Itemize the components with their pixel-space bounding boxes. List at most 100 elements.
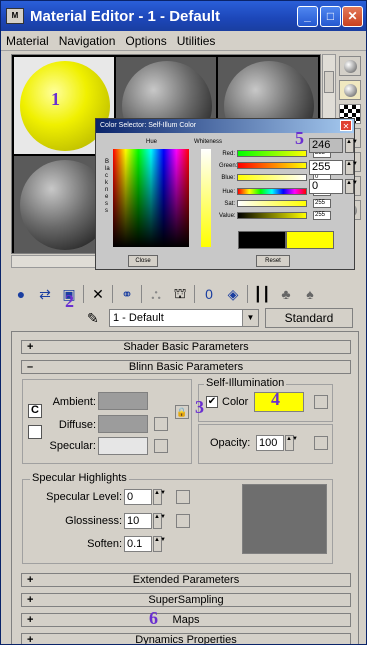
specular-level-field[interactable]: 0 <box>124 489 152 505</box>
blue-spinner[interactable]: ▲▼ <box>345 179 358 194</box>
toolbar-separator <box>83 285 84 303</box>
material-name-field[interactable]: 1 - Default ▼ <box>109 309 259 327</box>
rollout-label: Dynamics Properties <box>135 634 237 645</box>
self-illumination-title: Self-Illumination <box>204 377 287 389</box>
hue-blackness-spectrum[interactable] <box>113 149 189 247</box>
material-type-button[interactable]: Standard <box>265 308 353 328</box>
lock-icon[interactable]: 🔒 <box>175 405 189 419</box>
put-to-scene-icon[interactable]: ⇄ <box>35 284 55 304</box>
glossiness-field[interactable]: 10 <box>124 513 152 529</box>
ambient-color-swatch[interactable] <box>98 392 148 410</box>
hue-slider[interactable] <box>237 188 307 195</box>
old-color-swatch <box>238 231 286 249</box>
green-big-field[interactable]: 255 <box>309 160 343 175</box>
glossiness-label: Glossiness: <box>65 515 122 527</box>
menu-options[interactable]: Options <box>120 34 171 48</box>
glossiness-spinner[interactable]: ▲▼ <box>153 513 166 529</box>
put-to-library-icon[interactable]: ⛬ <box>146 284 166 304</box>
diffuse-color-swatch[interactable] <box>98 415 148 433</box>
opacity-spinner[interactable]: ▲▼ <box>285 435 298 451</box>
close-dialog-button[interactable]: Close <box>128 255 158 267</box>
show-end-result-icon[interactable]: ┃┃ <box>252 284 272 304</box>
get-material-icon[interactable]: ● <box>11 284 31 304</box>
color-selector-title[interactable]: Color Selector: Self-Illum Color ✕ <box>96 119 354 133</box>
reset-button[interactable]: Reset <box>256 255 290 267</box>
hue-value-label: Hue: <box>222 188 235 195</box>
show-map-icon[interactable]: ◈ <box>223 284 243 304</box>
annotation-marker-1: 1 <box>51 89 60 109</box>
whiteness-bar[interactable] <box>201 149 211 247</box>
specular-level-label: Specular Level: <box>46 491 122 503</box>
specular-label: Specular: <box>49 440 96 452</box>
value-row: Value: 255 <box>219 211 331 220</box>
blue-label: Blue: <box>221 174 235 181</box>
specular-color-swatch[interactable] <box>98 437 148 455</box>
color-selector-title-text: Color Selector: Self-Illum Color <box>100 122 197 129</box>
menu-navigation[interactable]: Navigation <box>54 34 121 48</box>
green-label: Green: <box>219 162 238 169</box>
maximize-button[interactable]: □ <box>320 6 341 27</box>
blue-slider[interactable] <box>237 174 307 181</box>
title-bar[interactable]: M Material Editor - 1 - Default _ □ ✕ <box>1 1 366 31</box>
menu-bar: Material Navigation Options Utilities <box>1 31 366 51</box>
soften-field[interactable]: 0.1 <box>124 536 152 552</box>
self-illum-color-label: Color <box>222 396 249 408</box>
material-effects-icon[interactable]: ⛫ <box>170 284 190 304</box>
red-spinner[interactable]: ▲▼ <box>345 138 358 153</box>
sat-value[interactable]: 255 <box>313 199 331 208</box>
close-button[interactable]: ✕ <box>342 6 363 27</box>
close-icon[interactable]: ✕ <box>340 120 352 131</box>
diffuse-map-button[interactable] <box>154 417 168 431</box>
opacity-field[interactable]: 100 <box>256 435 284 451</box>
specular-level-spinner[interactable]: ▲▼ <box>153 489 166 505</box>
specular-level-map-button[interactable] <box>176 490 190 504</box>
backlight-button[interactable] <box>339 80 361 100</box>
backlight-icon <box>344 84 357 97</box>
rollout-blinn-basic[interactable]: – Blinn Basic Parameters <box>21 360 351 374</box>
glossiness-map-button[interactable] <box>176 514 190 528</box>
rollout-toggle: – <box>27 361 34 373</box>
green-spinner[interactable]: ▲▼ <box>345 160 358 175</box>
rollout-supersampling[interactable]: + SuperSampling <box>21 593 351 607</box>
make-unique-icon[interactable]: ⚭ <box>117 284 137 304</box>
go-forward-sibling-icon[interactable]: ♠ <box>300 284 320 304</box>
menu-material[interactable]: Material <box>1 34 54 48</box>
annotation-marker-2: 2 <box>65 291 74 311</box>
sample-type-button[interactable] <box>339 56 361 76</box>
material-id-icon[interactable]: 0 <box>199 284 219 304</box>
blue-big-field[interactable]: 0 <box>309 179 343 194</box>
value-slider[interactable] <box>237 212 307 219</box>
opacity-map-button[interactable] <box>314 436 328 450</box>
go-to-parent-icon[interactable]: ♣ <box>276 284 296 304</box>
rollout-maps[interactable]: + Maps <box>21 613 351 627</box>
specular-map-button[interactable] <box>154 439 168 453</box>
rollout-shader-basic[interactable]: + Shader Basic Parameters <box>21 340 351 354</box>
chevron-down-icon[interactable]: ▼ <box>242 310 258 326</box>
soften-spinner[interactable]: ▲▼ <box>153 536 166 552</box>
minimize-button[interactable]: _ <box>297 6 318 27</box>
rollout-toggle: + <box>27 574 34 586</box>
scroll-thumb[interactable] <box>324 71 334 93</box>
self-illum-color-checkbox[interactable]: ✔ <box>206 396 218 408</box>
self-illum-map-button[interactable] <box>314 395 328 409</box>
value-value[interactable]: 255 <box>313 211 331 220</box>
blackness-label: Blackness <box>105 159 110 214</box>
menu-utilities[interactable]: Utilities <box>172 34 221 48</box>
app-icon: M <box>6 8 24 24</box>
rollout-dynamics[interactable]: + Dynamics Properties <box>21 633 351 645</box>
hue-label: Hue <box>146 139 158 145</box>
annotation-marker-4: 4 <box>271 389 280 409</box>
red-slider[interactable] <box>237 150 307 157</box>
parameters-panel: + Shader Basic Parameters – Blinn Basic … <box>11 331 359 645</box>
window-title: Material Editor - 1 - Default <box>30 7 221 25</box>
sat-slider[interactable] <box>237 200 307 207</box>
pick-material-icon[interactable]: ✎ <box>87 310 99 327</box>
rollout-label: SuperSampling <box>148 594 224 606</box>
red-big-field[interactable]: 246 <box>309 138 343 153</box>
rollout-extended[interactable]: + Extended Parameters <box>21 573 351 587</box>
opacity-label: Opacity: <box>210 437 251 449</box>
reset-map-icon[interactable]: ✕ <box>88 284 108 304</box>
toolbar-separator <box>194 285 195 303</box>
green-slider[interactable] <box>237 162 307 169</box>
toolbar-separator <box>247 285 248 303</box>
